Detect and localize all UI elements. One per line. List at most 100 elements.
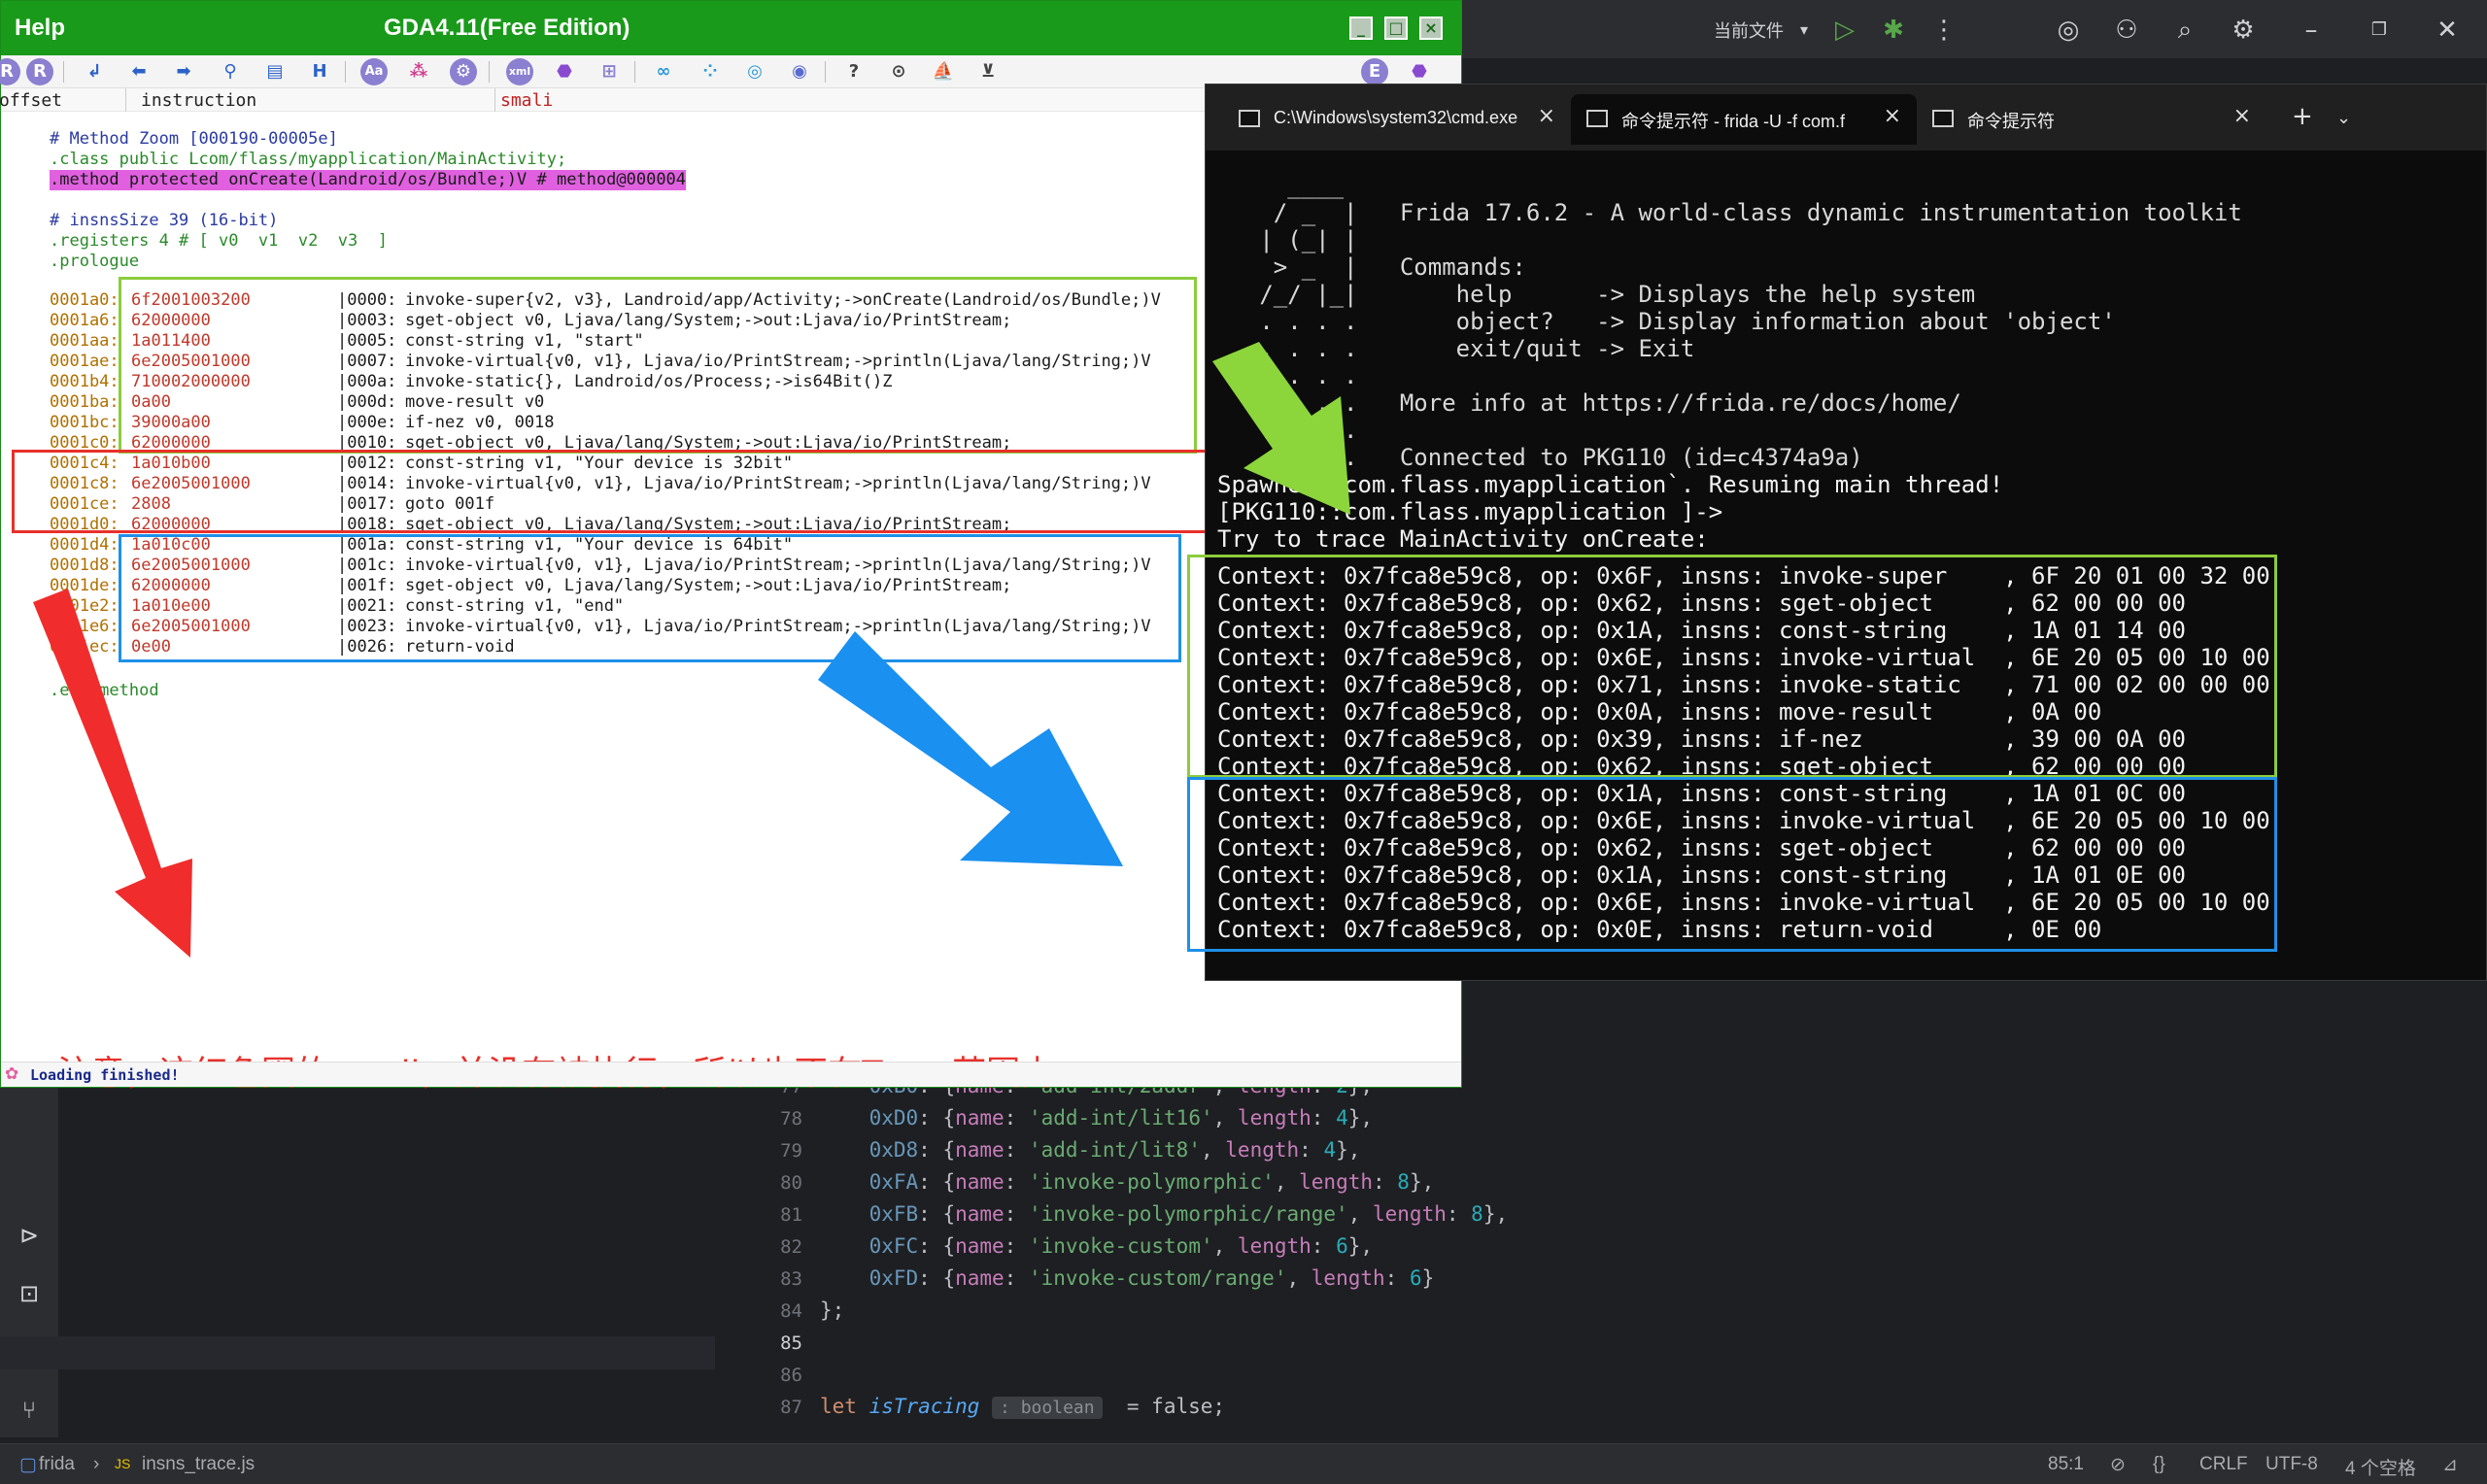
tab-cmd[interactable]: C:\Windows\system32\cmd.exe × (1223, 94, 1571, 145)
gda-title-bar[interactable]: Help GDA4.11(Free Edition) _ □ × (1, 1, 1461, 55)
windows-icon[interactable]: ⊞ (596, 58, 623, 85)
blue-highlight-box (119, 534, 1181, 662)
terminal-tab-bar: C:\Windows\system32\cmd.exe × 命令提示符 - fr… (1206, 84, 2486, 151)
chevron-right-icon: › (93, 1454, 100, 1474)
breadcrumb-file[interactable]: insns_trace.js (142, 1454, 255, 1475)
insns-size-comment: # insnsSize 39 (16-bit) (50, 211, 279, 230)
close-icon[interactable]: ✕ (2431, 14, 2464, 47)
terminal-line: | (_| | (1217, 226, 1358, 253)
ai-assistant-icon[interactable]: ◎ (2052, 14, 2085, 47)
help-menu[interactable]: Help (15, 15, 65, 42)
run-config-dropdown[interactable]: 当前文件 (1714, 17, 1784, 43)
header-icon[interactable]: H (306, 58, 333, 85)
tab-cmd-2[interactable]: 命令提示符 × (1917, 94, 2266, 145)
class-directive: .class public Lcom/flass/myapplication/M… (50, 150, 567, 169)
close-icon[interactable]: × (1538, 104, 1555, 128)
registers-directive: .registers 4 # [ v0 v1 v2 v3 ] (50, 231, 388, 251)
minimize-button[interactable]: _ (1349, 17, 1373, 40)
new-tab-icon[interactable]: + (2292, 102, 2313, 131)
terminal-line: . . . . (1217, 362, 1358, 389)
document-icon[interactable]: ▤ (261, 58, 289, 85)
fingerprint-icon[interactable]: ◉ (786, 58, 813, 85)
terminal-line: . . . . exit/quit -> Exit (1217, 335, 1695, 362)
terminal-line: > _ | Commands: (1217, 253, 1526, 281)
xml-icon[interactable]: xml (506, 58, 533, 85)
infinity-icon[interactable]: ∞ (650, 58, 677, 85)
line-number: 82 (780, 1236, 802, 1258)
code-line: 0xFB: {name: 'invoke-polymorphic/range',… (869, 1202, 1509, 1226)
search-icon[interactable]: ⌕ (2168, 14, 2201, 47)
console-icon (1239, 110, 1260, 127)
inspection-icon[interactable]: ⊘ (2110, 1454, 2126, 1476)
tab-frida[interactable]: 命令提示符 - frida -U -f com.f × (1571, 94, 1917, 145)
tab-label: C:\Windows\system32\cmd.exe (1274, 108, 1518, 127)
close-button[interactable]: × (1419, 17, 1443, 40)
maximize-button[interactable]: □ (1384, 17, 1408, 40)
green-highlight-box (119, 277, 1197, 454)
settings-icon[interactable]: ⚙ (450, 58, 477, 85)
flower-icon: ✿ (5, 1064, 19, 1084)
terminal-icon[interactable]: ⊡ (12, 1276, 47, 1311)
col-offset[interactable]: offset (0, 90, 62, 111)
cart-icon[interactable]: ⊻ (974, 58, 1002, 85)
font-icon[interactable]: Aa (360, 58, 388, 85)
col-smali[interactable]: smali (500, 90, 553, 111)
line-number: 81 (780, 1204, 802, 1226)
gear-icon[interactable]: ⚙ (2227, 14, 2260, 47)
services-icon[interactable]: ⊳ (12, 1218, 47, 1253)
lock-icon[interactable]: ⊿ (2442, 1454, 2458, 1476)
row-offset: 0001ba: (50, 392, 119, 412)
ship-icon[interactable]: ⛵ (930, 58, 957, 85)
android-icon[interactable]: ⬣ (551, 58, 578, 85)
nodes-icon[interactable]: ⁂ (405, 58, 432, 85)
line-number: 83 (780, 1268, 802, 1290)
col-instruction[interactable]: instruction (141, 90, 256, 111)
line-number: 85 (780, 1332, 802, 1354)
close-icon[interactable]: × (2233, 104, 2251, 128)
e-icon[interactable]: E (1361, 58, 1388, 85)
braces-icon[interactable]: {} (2153, 1454, 2165, 1475)
android-icon-right[interactable]: ⬣ (1406, 58, 1433, 85)
chevron-down-icon[interactable]: ▾ (1788, 14, 1821, 47)
row-offset: 0001bc: (50, 413, 119, 432)
close-icon[interactable]: × (1884, 104, 1901, 128)
tab-label: 命令提示符 (1967, 112, 2055, 131)
help-icon[interactable]: ? (840, 58, 868, 85)
tool-icon[interactable]: R (0, 58, 20, 85)
maximize-icon[interactable]: ❐ (2363, 14, 2396, 47)
forward-icon[interactable]: ➡ (170, 58, 197, 85)
jump-icon[interactable]: ↲ (81, 58, 108, 85)
row-offset: 0001aa: (50, 331, 119, 351)
breadcrumb-project[interactable]: frida (39, 1454, 75, 1475)
file-encoding[interactable]: UTF-8 (2266, 1454, 2318, 1475)
target-icon[interactable]: ◎ (741, 58, 768, 85)
ide-status-bar: ▢ frida › JS insns_trace.js 85:1 ⊘ {} CR… (0, 1443, 2487, 1484)
row-offset: 0001ae: (50, 352, 119, 371)
add-user-icon[interactable]: ⚇ (2110, 14, 2143, 47)
method-directive: .method protected onCreate(Landroid/os/B… (50, 170, 687, 190)
method-zoom-comment: # Method Zoom [000190-00005e] (50, 129, 338, 149)
minimize-icon[interactable]: – (2295, 14, 2328, 47)
cursor-position[interactable]: 85:1 (2048, 1454, 2084, 1475)
terminal-line: . . . . (1217, 417, 1358, 444)
line-number: 86 (780, 1365, 802, 1386)
graph-icon[interactable]: ⁘ (697, 58, 724, 85)
run-icon[interactable]: ▷ (1828, 14, 1861, 47)
code-line: }; (820, 1298, 845, 1322)
gda-status-bar: ✿ Loading finished! (1, 1062, 1461, 1087)
git-icon[interactable]: ⑂ (12, 1393, 47, 1428)
line-ending[interactable]: CRLF (2199, 1454, 2248, 1475)
ide-sidebar: ⊳ ⊡ ⓘ ⑂ (0, 1088, 58, 1437)
bulb-icon[interactable]: ⚲ (217, 58, 244, 85)
chevron-down-icon[interactable]: ⌄ (2336, 108, 2351, 128)
project-icon: ▢ (19, 1455, 37, 1475)
more-icon[interactable]: ⋮ (1927, 14, 1960, 47)
blue-trace-box (1187, 777, 2277, 952)
green-trace-box (1187, 555, 2277, 778)
indent-setting[interactable]: 4 个空格 (2345, 1454, 2416, 1480)
code-editor[interactable]: 77 78 79 80 81 82 83 84 85 86 87 0xB0: {… (715, 1074, 2487, 1437)
eye-icon[interactable]: ⊙ (885, 58, 912, 85)
refresh-icon[interactable]: R (26, 58, 53, 85)
back-icon[interactable]: ⬅ (125, 58, 153, 85)
debug-icon[interactable]: ✱ (1877, 14, 1910, 47)
